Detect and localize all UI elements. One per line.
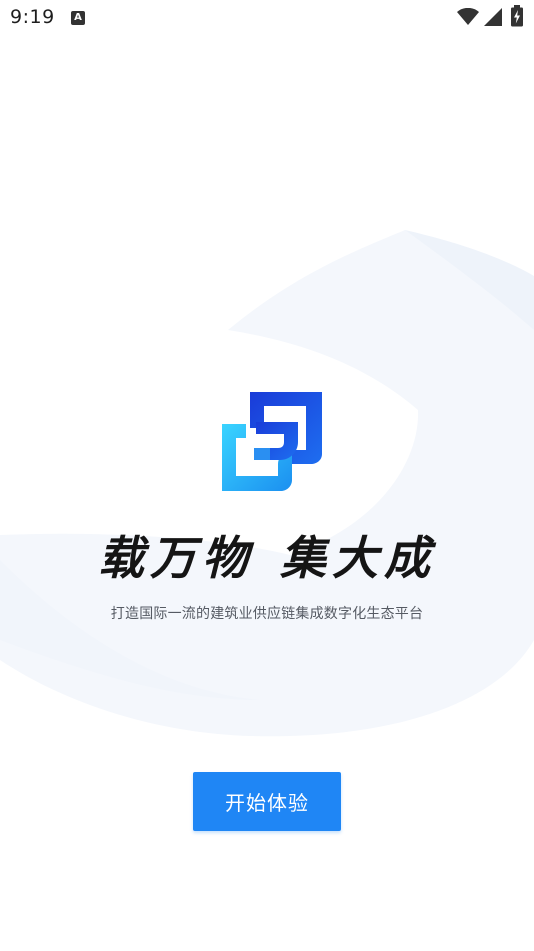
status-bar: 9:19 A bbox=[0, 0, 534, 36]
slogan-part-2: 集大成 bbox=[280, 531, 436, 585]
start-experience-button[interactable]: 开始体验 bbox=[193, 772, 341, 831]
battery-charging-icon bbox=[511, 5, 523, 27]
slogan-part-1: 载万物 bbox=[98, 531, 254, 585]
notification-a-icon: A bbox=[71, 11, 85, 25]
slogan: 载万物 集大成 bbox=[0, 522, 534, 588]
subtitle: 打造国际一流的建筑业供应链集成数字化生态平台 bbox=[110, 606, 424, 622]
company-logo-icon bbox=[222, 392, 322, 491]
notification-a-letter: A bbox=[74, 12, 82, 23]
cell-signal-icon bbox=[484, 8, 502, 26]
status-time: 9:19 bbox=[10, 6, 55, 28]
wifi-icon bbox=[457, 8, 479, 25]
